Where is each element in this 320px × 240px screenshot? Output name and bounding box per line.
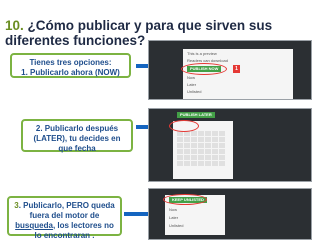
calendar-highlight-ring: [169, 120, 199, 132]
calendar-grid[interactable]: [177, 131, 225, 166]
option-later[interactable]: Later: [187, 82, 196, 87]
screenshot-publish-now: This is a preview Readers can download P…: [148, 40, 312, 100]
highlight-ring: [181, 63, 227, 75]
unlisted-highlight-ring: [163, 194, 207, 205]
callout-unlisted-underlined: busqueda: [15, 221, 53, 230]
callout-publish-now: Tienes tres opciones: 1. Publicarlo ahor…: [10, 53, 131, 78]
callout-option-now: 1. Publicarlo ahora (NOW): [21, 68, 120, 77]
marker-1-icon: 1: [233, 65, 240, 73]
callout-option-later: 2. Publicarlo después (LATER), tu decide…: [33, 124, 121, 153]
screenshot-unlisted: KEEP UNLISTED Now Later Unlisted: [148, 188, 312, 240]
slide-number: 10.: [5, 18, 24, 33]
screenshot-publish-later: PUBLISH LATER: [148, 108, 312, 182]
option-unlisted[interactable]: Unlisted: [187, 89, 201, 94]
unlisted-option-now[interactable]: Now: [169, 207, 177, 212]
callout-options-heading: Tienes tres opciones:: [29, 58, 112, 67]
callout-unlisted: 3. Publicarlo, PERO queda fuera del moto…: [7, 196, 122, 240]
publish-later-button[interactable]: PUBLISH LATER: [177, 112, 215, 118]
option-now[interactable]: Now: [187, 75, 195, 80]
preview-checkbox-row[interactable]: This is a preview: [187, 51, 217, 56]
unlisted-option-later[interactable]: Later: [169, 215, 178, 220]
unlisted-option-unlisted[interactable]: Unlisted: [169, 223, 183, 228]
callout-publish-later: 2. Publicarlo después (LATER), tu decide…: [21, 119, 133, 153]
callout-unlisted-text-a: . Publicarlo, PERO queda fuera del motor…: [18, 201, 115, 220]
